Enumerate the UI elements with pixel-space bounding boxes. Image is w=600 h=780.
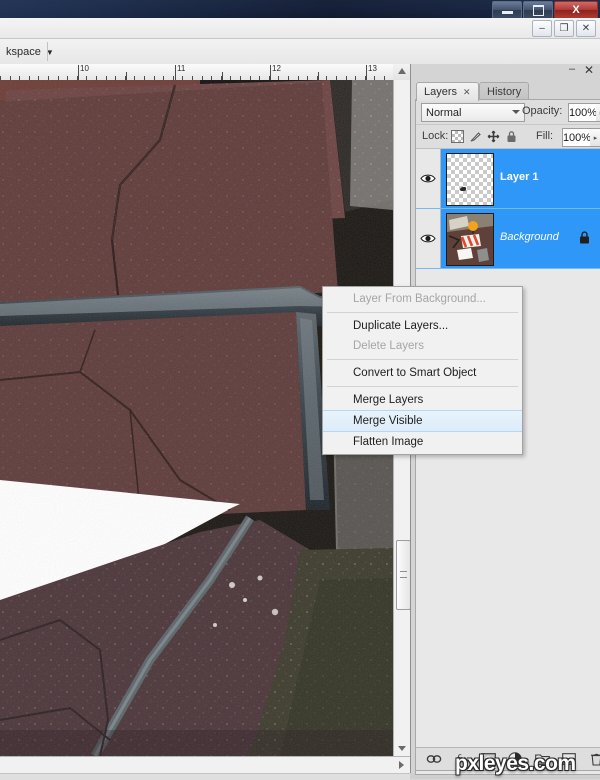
- os-minimize-button[interactable]: [492, 1, 522, 19]
- document-minimize-button[interactable]: –: [532, 20, 552, 37]
- lock-position-icon[interactable]: [486, 129, 500, 143]
- ruler-major-tick: [78, 65, 79, 80]
- layer-thumbnail[interactable]: [446, 213, 494, 266]
- menu-separator: [327, 386, 518, 387]
- opacity-stepper[interactable]: ▸: [596, 103, 600, 122]
- layer-context-menu[interactable]: Layer From Background... Duplicate Layer…: [322, 286, 523, 455]
- ruler-corner: [393, 64, 410, 81]
- ruler-number: 13: [368, 64, 377, 73]
- menu-separator: [327, 359, 518, 360]
- workspace-label: kspace: [6, 46, 41, 58]
- link-layers-icon[interactable]: [426, 751, 442, 767]
- os-maximize-button[interactable]: [523, 1, 553, 19]
- ruler-number: 11: [177, 64, 186, 73]
- layer-visibility-toggle[interactable]: [416, 209, 441, 268]
- ruler-number: 12: [272, 64, 281, 73]
- blend-mode-row: Normal Opacity: 100% ▸: [416, 100, 600, 125]
- eye-icon: [420, 174, 436, 183]
- menu-separator: [327, 312, 518, 313]
- menu-item-duplicate-layers[interactable]: Duplicate Layers...: [323, 316, 522, 336]
- panel-close-button[interactable]: ✕: [584, 64, 594, 76]
- document-restore-button[interactable]: ❐: [554, 20, 574, 37]
- ruler-major-tick: [175, 65, 176, 80]
- menu-item-merge-visible[interactable]: Merge Visible: [323, 410, 522, 432]
- delete-layer-icon[interactable]: [588, 751, 600, 767]
- layer-name[interactable]: Background: [500, 231, 559, 243]
- lock-row: Lock: Fill: 100% ▸: [416, 125, 600, 149]
- eye-icon: [420, 234, 436, 243]
- scrollbar-grip: [400, 571, 407, 578]
- options-bar: kspace ▼: [0, 39, 600, 65]
- ruler-half-tick: [126, 72, 127, 80]
- os-title-bar: X: [0, 0, 600, 19]
- close-icon[interactable]: ✕: [463, 87, 471, 98]
- panel-collapse-button[interactable]: –: [569, 64, 578, 75]
- layer-row[interactable]: Background: [416, 209, 600, 269]
- ruler-half-tick: [318, 72, 319, 80]
- scrollbar-thumb[interactable]: [396, 540, 411, 610]
- layer-visibility-toggle[interactable]: [416, 149, 441, 208]
- opacity-label: Opacity:: [522, 105, 563, 117]
- panel-tab-strip: Layers ✕ History ▾≡: [411, 80, 600, 111]
- menu-item-delete-layers[interactable]: Delete Layers: [323, 336, 522, 356]
- canvas-horizontal-scrollbar[interactable]: [0, 756, 410, 774]
- ruler-major-tick: [366, 65, 367, 80]
- fill-input[interactable]: 100%: [562, 128, 592, 147]
- layer-thumbnail[interactable]: [446, 153, 494, 206]
- document-window-controls: – ❐ ✕: [532, 20, 596, 37]
- layer-row[interactable]: Layer 1: [416, 149, 600, 209]
- watermark: pxleyes.com: [455, 752, 576, 775]
- blend-mode-value: Normal: [426, 106, 462, 119]
- workspace-switcher[interactable]: kspace ▼: [0, 43, 60, 61]
- menu-item-convert-to-smart-object[interactable]: Convert to Smart Object: [323, 363, 522, 383]
- ruler-major-tick: [270, 65, 271, 80]
- panel-title-bar: – ✕: [411, 64, 600, 80]
- menu-item-flatten-image[interactable]: Flatten Image: [323, 432, 522, 452]
- lock-icon: [579, 231, 590, 247]
- os-window-controls: X: [492, 1, 598, 19]
- thumbnail-content-mark: [460, 187, 466, 191]
- os-close-button[interactable]: X: [554, 1, 598, 19]
- application-menu-bar: – ❐ ✕: [0, 18, 600, 39]
- scroll-right-arrow-icon[interactable]: [399, 761, 404, 769]
- transparency-checker: [447, 154, 493, 205]
- ruler-number: 10: [80, 64, 89, 73]
- fill-label: Fill:: [536, 130, 554, 142]
- opacity-input[interactable]: 100%: [568, 103, 598, 122]
- lock-transparency-icon[interactable]: [450, 129, 464, 143]
- scroll-down-arrow-icon[interactable]: [398, 746, 406, 751]
- menu-item-merge-layers[interactable]: Merge Layers: [323, 390, 522, 410]
- horizontal-ruler[interactable]: 10 11 12 13: [0, 64, 393, 81]
- layer-list[interactable]: Layer 1 Background: [416, 149, 600, 774]
- scroll-up-arrow-icon[interactable]: [398, 68, 406, 74]
- blend-mode-select[interactable]: Normal: [421, 103, 525, 122]
- fill-stepper[interactable]: ▸: [590, 128, 600, 147]
- background-thumbnail-image: [447, 214, 493, 265]
- lock-label: Lock:: [422, 130, 449, 142]
- menu-item-layer-from-background[interactable]: Layer From Background...: [323, 289, 522, 309]
- tab-history-label: History: [487, 86, 522, 98]
- options-bar-divider: [47, 42, 48, 61]
- layer-name[interactable]: Layer 1: [500, 171, 539, 183]
- chevron-down-icon: [512, 110, 520, 114]
- lock-image-pixels-icon[interactable]: [468, 129, 482, 143]
- ruler-half-tick: [222, 72, 223, 80]
- tab-layers[interactable]: Layers ✕: [416, 82, 479, 101]
- document-close-button[interactable]: ✕: [576, 20, 596, 37]
- tab-layers-label: Layers: [424, 86, 458, 98]
- lock-all-icon[interactable]: [504, 129, 518, 143]
